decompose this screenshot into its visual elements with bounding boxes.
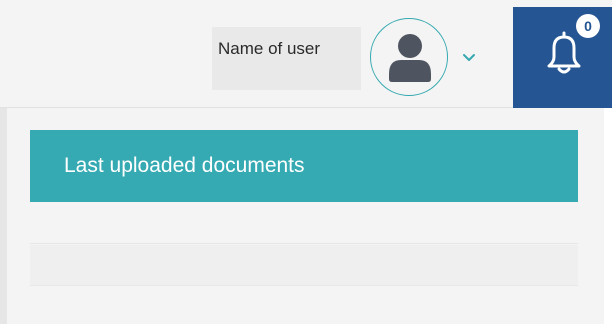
app-screen: Name of user 0 Last uploaded documents [0,0,612,324]
avatar[interactable] [370,18,448,96]
right-edge-divider [604,108,612,324]
user-name: Name of user [218,39,321,58]
list-item[interactable] [30,245,578,286]
notification-count-badge: 0 [576,14,600,38]
notifications-button[interactable]: 0 [513,7,612,108]
top-header: Name of user 0 [0,0,612,108]
user-name-box[interactable]: Name of user [212,27,361,90]
bell-icon [547,31,581,74]
list-item[interactable] [30,287,578,324]
chevron-down-icon[interactable] [460,50,478,64]
left-edge-divider [0,108,7,324]
user-avatar-icon [389,34,431,82]
documents-panel-header: Last uploaded documents [30,130,578,202]
list-item[interactable] [30,203,578,244]
panel-title: Last uploaded documents [64,154,305,177]
